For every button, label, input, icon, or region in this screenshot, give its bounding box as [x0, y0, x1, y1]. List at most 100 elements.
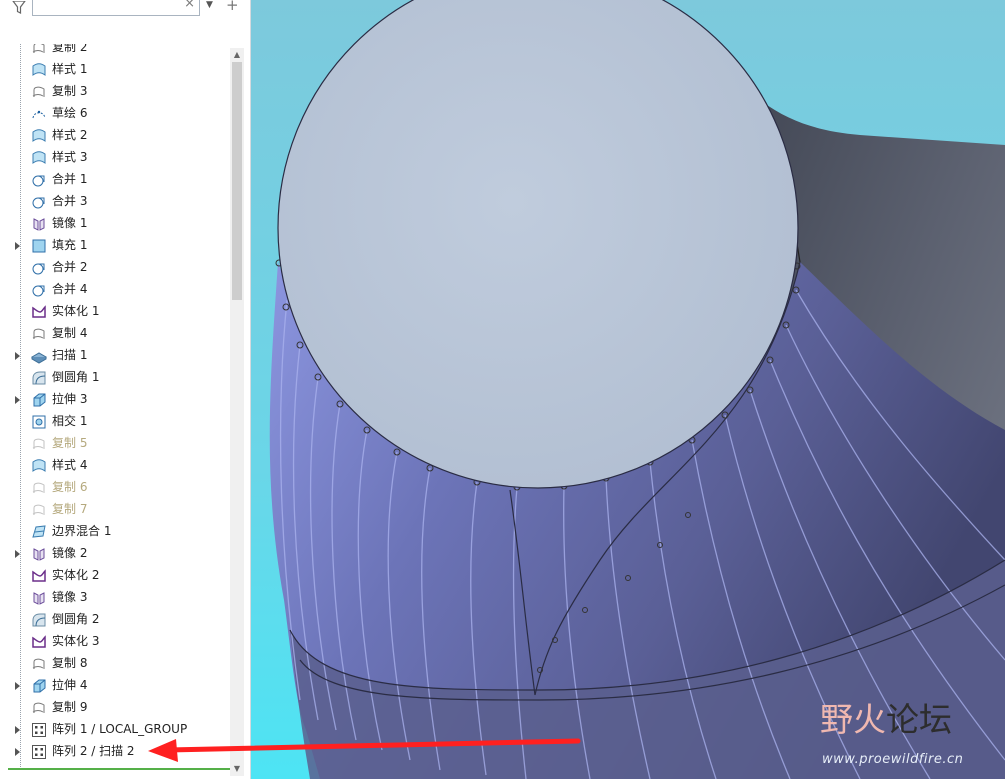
tree-item[interactable]: 合并 3: [0, 191, 230, 213]
tree-item[interactable]: 复制 4: [0, 323, 230, 345]
mirror-icon: [31, 590, 47, 606]
tree-item[interactable]: 样式 1: [0, 59, 230, 81]
tree-item[interactable]: 镜像 1: [0, 213, 230, 235]
tree-item[interactable]: 复制 2: [0, 44, 230, 59]
tree-item-label: 倒圆角 2: [52, 612, 100, 626]
watermark-text-part2: 论坛: [886, 700, 952, 739]
solidify-icon: [31, 568, 47, 584]
tree-item[interactable]: 样式 4: [0, 455, 230, 477]
copy-surface-icon: [31, 656, 47, 672]
fill-icon: [31, 238, 47, 254]
tree-item[interactable]: 草绘 6: [0, 103, 230, 125]
expand-arrow-icon[interactable]: [15, 682, 20, 690]
chevron-down-icon[interactable]: ▼: [206, 0, 213, 10]
style-surface-icon: [31, 128, 47, 144]
tree-item-label: 样式 4: [52, 458, 88, 472]
expand-arrow-icon[interactable]: [15, 396, 20, 404]
tree-item[interactable]: 镜像 3: [0, 587, 230, 609]
solidify-icon: [31, 634, 47, 650]
copy-surface-icon: [31, 84, 47, 100]
tree-item-label: 复制 2: [52, 44, 88, 54]
merge-icon: [31, 194, 47, 210]
tree-item[interactable]: 复制 7: [0, 499, 230, 521]
sketch-icon: [31, 106, 47, 122]
tree-item-label: 复制 3: [52, 84, 88, 98]
tree-item-label: 复制 5: [52, 436, 88, 450]
copy-surface-icon: [31, 700, 47, 716]
copy-surface-icon: [31, 480, 47, 496]
tree-item-label: 拉伸 4: [52, 678, 88, 692]
expand-arrow-icon[interactable]: [15, 550, 20, 558]
tree-item[interactable]: 实体化 1: [0, 301, 230, 323]
copy-surface-icon: [31, 326, 47, 342]
merge-icon: [31, 172, 47, 188]
insert-here-marker[interactable]: [8, 768, 230, 770]
mirror-icon: [31, 546, 47, 562]
tree-item[interactable]: 合并 2: [0, 257, 230, 279]
tree-item[interactable]: 阵列 2 / 扫描 2: [0, 741, 230, 763]
tree-item[interactable]: 复制 3: [0, 81, 230, 103]
tree-item-label: 合并 3: [52, 194, 88, 208]
tree-item[interactable]: 相交 1: [0, 411, 230, 433]
scroll-up-icon[interactable]: ▲: [230, 48, 244, 62]
tree-item-label: 阵列 1 / LOCAL_GROUP: [52, 722, 188, 736]
tree-item[interactable]: 合并 4: [0, 279, 230, 301]
tree-item-label: 边界混合 1: [52, 524, 112, 538]
solidify-icon: [31, 304, 47, 320]
round-icon: [31, 370, 47, 386]
tree-item[interactable]: 倒圆角 1: [0, 367, 230, 389]
tree-item-label: 扫描 1: [52, 348, 88, 362]
round-icon: [31, 612, 47, 628]
search-input[interactable]: ×: [32, 0, 200, 16]
style-surface-icon: [31, 150, 47, 166]
forum-watermark: 野火论坛 www.proewildfire.cn: [820, 700, 1005, 779]
watermark-url: www.proewildfire.cn: [822, 752, 964, 767]
tree-item-label: 拉伸 3: [52, 392, 88, 406]
tree-item[interactable]: 倒圆角 2: [0, 609, 230, 631]
tree-item-label: 样式 1: [52, 62, 88, 76]
tree-item[interactable]: 复制 5: [0, 433, 230, 455]
tree-item[interactable]: 拉伸 4: [0, 675, 230, 697]
clear-icon[interactable]: ×: [184, 0, 195, 11]
tree-item[interactable]: 样式 2: [0, 125, 230, 147]
expand-arrow-icon[interactable]: [15, 242, 20, 250]
tree-item[interactable]: 阵列 1 / LOCAL_GROUP: [0, 719, 230, 741]
tree-item[interactable]: 拉伸 3: [0, 389, 230, 411]
tree-item-label: 复制 9: [52, 700, 88, 714]
tree-item[interactable]: 实体化 3: [0, 631, 230, 653]
filter-icon[interactable]: [11, 0, 27, 14]
tree-item[interactable]: 复制 9: [0, 697, 230, 719]
tree-item-label: 样式 2: [52, 128, 88, 142]
tree-item[interactable]: 实体化 2: [0, 565, 230, 587]
tree-item-label: 镜像 1: [52, 216, 88, 230]
merge-icon: [31, 282, 47, 298]
tree-item-label: 草绘 6: [52, 106, 88, 120]
tree-item-label: 复制 7: [52, 502, 88, 516]
tree-scrollbar[interactable]: ▲ ▼: [230, 48, 244, 776]
tree-item[interactable]: 复制 6: [0, 477, 230, 499]
expand-arrow-icon[interactable]: [15, 352, 20, 360]
tree-item-label: 填充 1: [52, 238, 88, 252]
graphics-viewport[interactable]: [251, 0, 1005, 779]
expand-arrow-icon[interactable]: [15, 726, 20, 734]
tree-item[interactable]: 样式 3: [0, 147, 230, 169]
tree-item[interactable]: 填充 1: [0, 235, 230, 257]
expand-arrow-icon[interactable]: [15, 748, 20, 756]
tree-item-label: 复制 4: [52, 326, 88, 340]
model-render[interactable]: [251, 0, 1005, 779]
tree-item[interactable]: 合并 1: [0, 169, 230, 191]
intersect-icon: [31, 414, 47, 430]
tree-item[interactable]: 扫描 1: [0, 345, 230, 367]
tree-item-label: 镜像 3: [52, 590, 88, 604]
model-tree-panel: × ▼ + 复制 2 样式 1 复制 3 草绘 6 样式 2 样式 3 合并 1 合并 3 镜像…: [0, 0, 251, 779]
plus-icon[interactable]: +: [226, 0, 239, 14]
tree-item[interactable]: 边界混合 1: [0, 521, 230, 543]
tree-item-label: 实体化 1: [52, 304, 100, 318]
scroll-down-icon[interactable]: ▼: [230, 762, 244, 776]
style-surface-icon: [31, 458, 47, 474]
watermark-text-part1: 野火: [820, 700, 886, 739]
tree-item[interactable]: 镜像 2: [0, 543, 230, 565]
tree-item[interactable]: 复制 8: [0, 653, 230, 675]
tree-item-label: 倒圆角 1: [52, 370, 100, 384]
scrollbar-thumb[interactable]: [232, 62, 242, 300]
